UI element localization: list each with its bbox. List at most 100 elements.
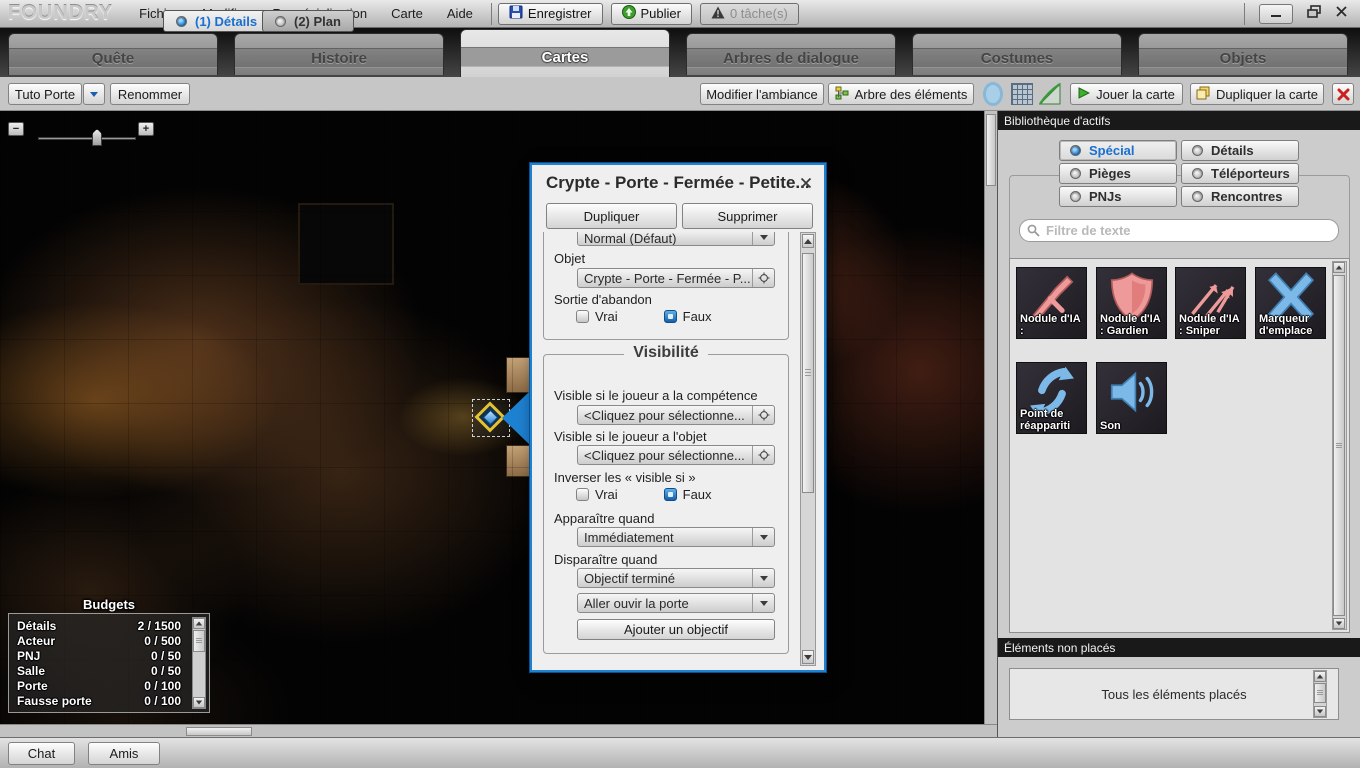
save-button[interactable]: Enregistrer <box>497 2 603 25</box>
delete-map-button[interactable] <box>1332 83 1354 105</box>
asset-nodule-ia-sniper[interactable]: Nodule d'IA : Sniper <box>1175 267 1246 339</box>
floppy-disk-icon <box>509 5 523 22</box>
map-horizontal-scrollbar[interactable] <box>0 724 997 737</box>
unplaced-scrollbar[interactable] <box>1313 670 1327 718</box>
radio-off-icon <box>275 15 286 27</box>
play-map-button[interactable]: Jouer la carte <box>1070 83 1183 105</box>
tab-costumes[interactable]: Costumes <box>912 33 1122 75</box>
map-horizontal-scrollbar-thumb[interactable] <box>186 727 252 736</box>
radio-off-icon <box>1070 168 1081 179</box>
copy-pages-icon <box>1196 86 1210 103</box>
budgets-scrollbar[interactable] <box>192 617 206 709</box>
zoom-slider-track[interactable] <box>38 137 136 140</box>
slope-tool-icon[interactable] <box>1038 82 1062 111</box>
speaker-icon <box>1110 371 1154 413</box>
behavior-dropdown[interactable]: Normal (Défaut) <box>577 232 775 246</box>
asset-nodule-ia[interactable]: Nodule d'IA : <box>1016 267 1087 339</box>
budgets-title: Budgets <box>83 597 135 612</box>
menu-aide[interactable]: Aide <box>435 1 485 26</box>
abandon-exit-label: Sortie d'abandon <box>554 292 652 307</box>
category-teleporteurs-button[interactable]: Téléporteurs <box>1181 163 1299 184</box>
grid-tool-icon[interactable] <box>1010 82 1034 111</box>
tasks-button[interactable]: 0 tâche(s) <box>699 2 799 25</box>
edit-ambiance-button[interactable]: Modifier l'ambiance <box>700 83 824 105</box>
add-objective-button[interactable]: Ajouter un objectif <box>577 619 775 640</box>
radio-faux[interactable]: Faux <box>663 309 712 324</box>
door-properties-dialog: Crypte - Porte - Fermée - Petite... Dupl… <box>530 163 826 672</box>
category-special-button[interactable]: Spécial <box>1059 140 1177 161</box>
map-vertical-scrollbar-thumb[interactable] <box>986 114 996 186</box>
radio-vrai[interactable]: Vrai <box>576 487 618 502</box>
tab-quete[interactable]: Quête <box>8 33 218 75</box>
crosshair-icon[interactable] <box>752 269 774 287</box>
rename-button[interactable]: Renommer <box>110 83 190 105</box>
radio-on-icon <box>176 15 187 27</box>
category-pieges-button[interactable]: Pièges <box>1059 163 1177 184</box>
dialog-scrollbar[interactable] <box>800 232 816 666</box>
zoom-in-button[interactable]: + <box>138 122 154 136</box>
menu-carte[interactable]: Carte <box>379 1 435 26</box>
asset-grid-scrollbar[interactable] <box>1332 261 1347 630</box>
friends-button[interactable]: Amis <box>88 742 160 765</box>
visible-skill-dropdown[interactable]: <Cliquez pour sélectionne... <box>577 405 775 425</box>
delete-object-button[interactable]: Supprimer <box>682 203 813 229</box>
radio-faux[interactable]: Faux <box>663 487 712 502</box>
element-tree-button[interactable]: Arbre des éléments <box>828 83 974 105</box>
budget-row: Détails 2 / 1500 <box>17 619 181 633</box>
tree-icon <box>835 86 849 103</box>
tab-objets[interactable]: Objets <box>1138 33 1348 75</box>
checkbox-off-icon <box>576 310 589 323</box>
category-pnjs-button[interactable]: PNJs <box>1059 186 1177 207</box>
library-header: Bibliothèque d'actifs <box>998 111 1360 130</box>
zoom-out-button[interactable]: − <box>8 122 24 136</box>
object-picker-dropdown[interactable]: Crypte - Porte - Fermée - P... <box>577 268 775 288</box>
restore-button[interactable] <box>1307 4 1321 23</box>
tab-cartes[interactable]: Cartes <box>460 29 670 77</box>
visible-object-dropdown[interactable]: <Cliquez pour sélectionne... <box>577 445 775 465</box>
radio-vrai[interactable]: Vrai <box>576 309 618 324</box>
publish-orb-icon <box>621 5 636 22</box>
search-icon <box>1027 224 1040 237</box>
unplaced-header: Éléments non placés <box>998 638 1360 657</box>
view-details-button[interactable]: (1) Détails <box>163 10 271 32</box>
asset-nodule-ia-gardien[interactable]: Nodule d'IA : Gardien <box>1096 267 1167 339</box>
menubar-separator <box>490 2 492 25</box>
category-details-button[interactable]: Détails <box>1181 140 1299 161</box>
dialog-close-button[interactable] <box>798 175 814 191</box>
map-select-dropdown[interactable]: Tuto Porte <box>8 83 82 105</box>
crosshair-icon[interactable] <box>752 446 774 464</box>
dialog-scrollbar-thumb[interactable] <box>802 253 814 493</box>
scroll-up-arrow[interactable] <box>802 234 814 248</box>
duplicate-map-button[interactable]: Dupliquer la carte <box>1190 83 1324 105</box>
status-bar: Chat Amis <box>0 737 1360 768</box>
asset-point-reapparition[interactable]: Point de réappariti <box>1016 362 1087 434</box>
radio-on-icon <box>1070 145 1081 156</box>
map-vertical-scrollbar[interactable] <box>984 111 997 724</box>
select-tool-icon[interactable] <box>980 81 1006 112</box>
map-select-caret[interactable] <box>83 83 105 105</box>
disappear-when-dropdown[interactable]: Objectif terminé <box>577 568 775 588</box>
dialog-scroll-viewport: Normal (Défaut) Objet Crypte - Porte - F… <box>540 232 792 666</box>
asset-library-sidebar: Bibliothèque d'actifs Spécial Détails Pi… <box>997 111 1360 737</box>
duplicate-object-button[interactable]: Dupliquer <box>546 203 677 229</box>
tab-arbres-de-dialogue[interactable]: Arbres de dialogue <box>686 33 896 75</box>
budget-row: Porte 0 / 100 <box>17 679 181 693</box>
visible-skill-label: Visible si le joueur a la compétence <box>554 388 758 403</box>
asset-marqueur-emplacement[interactable]: Marqueur d'emplace <box>1255 267 1326 339</box>
publish-button[interactable]: Publier <box>610 2 692 25</box>
tab-histoire[interactable]: Histoire <box>234 33 444 75</box>
wall-segment <box>506 357 530 393</box>
scroll-down-arrow[interactable] <box>802 650 814 664</box>
crosshair-icon[interactable] <box>752 406 774 424</box>
category-rencontres-button[interactable]: Rencontres <box>1181 186 1299 207</box>
filter-text-input[interactable] <box>1019 219 1339 242</box>
minimize-button[interactable] <box>1259 3 1293 24</box>
close-button[interactable] <box>1335 5 1348 23</box>
chat-button[interactable]: Chat <box>8 742 75 765</box>
asset-son[interactable]: Son <box>1096 362 1167 434</box>
invert-visible-label: Inverser les « visible si » <box>554 470 696 485</box>
objective-dropdown[interactable]: Aller ouvir la porte <box>577 593 775 613</box>
view-plan-button[interactable]: (2) Plan <box>262 10 354 32</box>
appear-when-dropdown[interactable]: Immédiatement <box>577 527 775 547</box>
wall-segment <box>506 445 530 477</box>
